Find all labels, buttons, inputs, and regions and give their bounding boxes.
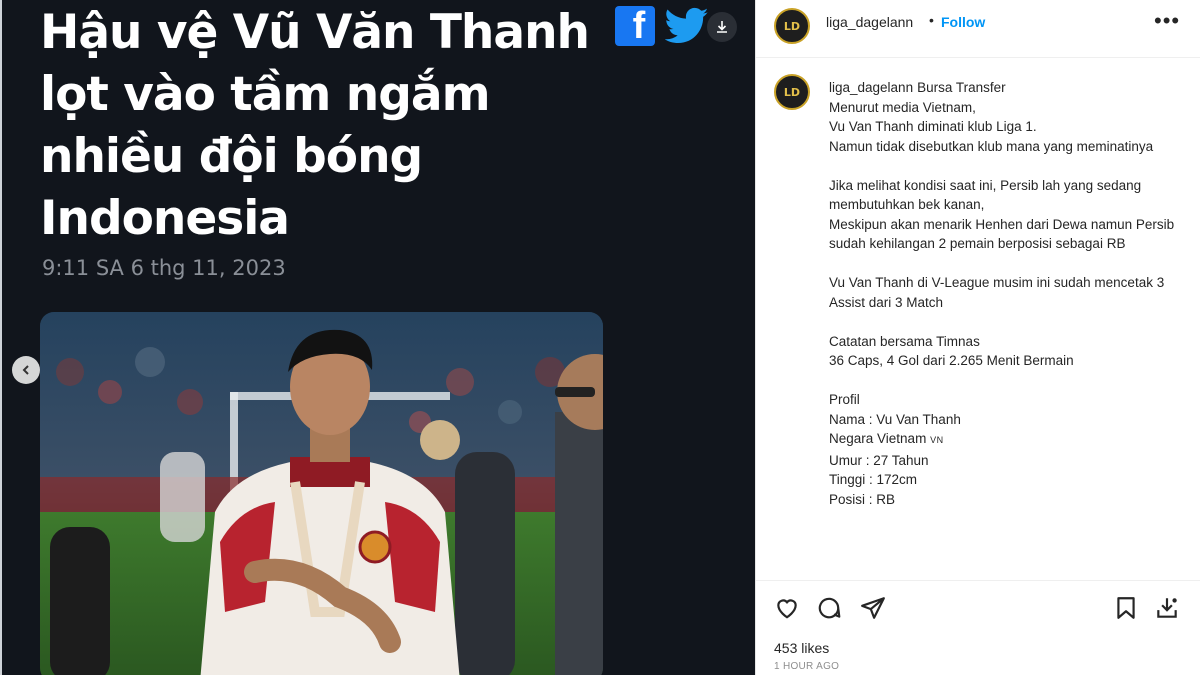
separator-dot: • [929,12,934,28]
caption-avatar[interactable]: LD [774,74,810,110]
caption-username[interactable]: liga_dagelann [829,80,913,95]
post-details-panel: LD liga_dagelann • Follow ••• LD liga_da… [755,0,1200,675]
post-time-ago[interactable]: 1 HOUR AGO [774,661,839,672]
comment-icon[interactable] [816,595,842,621]
player-photo-illustration [40,312,603,675]
media-left-border [0,0,2,675]
profile-line: Negara Vietnam VN [829,429,1179,451]
chevron-left-icon [22,365,29,375]
username-link[interactable]: liga_dagelann [826,14,913,30]
post-media: Hậu vệ Vũ Văn Thanh lọt vào tầm ngắm nhi… [0,0,755,675]
avatar-logo-text: LD [783,85,801,99]
likes-count[interactable]: 453 likes [774,640,829,656]
share-icon[interactable] [860,595,886,621]
caption-paragraph: Jika melihat kondisi saat ini, Persib la… [829,177,1175,252]
avatar[interactable]: LD [774,8,810,44]
profile-line: Umur : 27 Tahun [829,452,929,468]
bookmark-icon[interactable] [1113,595,1139,621]
post-header: LD liga_dagelann • Follow ••• [756,0,1200,58]
more-icon[interactable]: ••• [1154,8,1180,34]
profile-line: Nama : Vu Van Thanh [829,411,961,427]
caption-paragraph: Vu Van Thanh di V-League musim ini sudah… [829,275,1165,310]
caption-paragraph: liga_dagelann Bursa Transfer Menurut medi… [829,78,1179,156]
player-photo [40,312,603,675]
news-screenshot: Hậu vệ Vũ Văn Thanh lọt vào tầm ngắm nhi… [0,0,755,675]
caption-profile: Profil Nama : Vu Van Thanh Negara Vietna… [829,390,1179,509]
avatar-logo-text: LD [783,19,801,33]
profile-line: Profil [829,392,860,407]
facebook-icon: f [615,6,655,46]
download-icon[interactable] [707,12,737,42]
profile-line: Tinggi : 172cm [829,472,918,487]
previous-button[interactable] [12,356,40,384]
profile-line: Posisi : RB [829,491,896,507]
share-icons: f [615,6,709,46]
profile-country: Negara Vietnam [829,431,927,446]
news-headline: Hậu vệ Vũ Văn Thanh lọt vào tầm ngắm nhi… [40,5,590,246]
heart-icon[interactable] [774,595,800,621]
flag-vn: VN [930,435,944,445]
post-actions: 453 likes 1 HOUR AGO [756,580,1200,675]
caption-paragraph: Catatan bersama Timnas 36 Caps, 4 Gol da… [829,333,1074,369]
post-caption: liga_dagelann Bursa Transfer Menurut medi… [829,78,1179,509]
twitter-icon [665,7,709,44]
save-download-icon[interactable] [1154,595,1180,621]
follow-button[interactable]: Follow [941,14,985,30]
news-timestamp: 9:11 SA 6 thg 11, 2023 [42,256,286,280]
